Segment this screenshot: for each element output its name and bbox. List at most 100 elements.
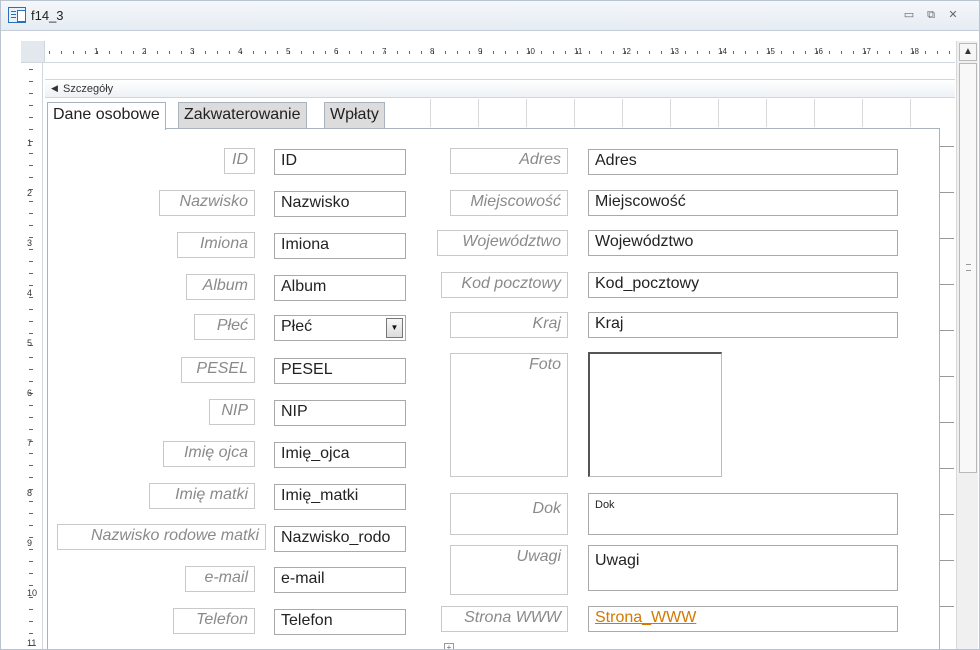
ruler-tick — [29, 333, 33, 334]
ruler-tick — [421, 51, 422, 54]
field-id[interactable]: ID — [274, 149, 406, 175]
scroll-up-arrow-icon[interactable]: ▲ — [959, 43, 977, 61]
ruler-tick — [29, 561, 33, 562]
ruler-tick — [853, 51, 854, 54]
field-nazwisko[interactable]: Nazwisko — [274, 191, 406, 217]
field-imie-matki[interactable]: Imię_matki — [274, 484, 406, 510]
ruler-number: 2 — [142, 47, 147, 56]
label-telefon[interactable]: Telefon — [173, 608, 255, 634]
field-telefon[interactable]: Telefon — [274, 609, 406, 635]
ruler-tick — [601, 51, 602, 54]
ruler-tick — [29, 417, 33, 418]
label-id[interactable]: ID — [224, 148, 255, 174]
label-dok[interactable]: Dok — [450, 493, 568, 535]
label-nazwisko[interactable]: Nazwisko — [159, 190, 255, 216]
field-imie-ojca[interactable]: Imię_ojca — [274, 442, 406, 468]
ruler-tick — [697, 51, 698, 54]
section-collapse-icon[interactable]: ◀ — [51, 83, 58, 94]
ruler-number: 6 — [27, 388, 33, 398]
field-wojewodztwo[interactable]: Województwo — [588, 230, 898, 256]
ruler-number: 7 — [27, 438, 33, 448]
ruler-tick — [73, 51, 74, 54]
field-nazwisko-rodowe-matki[interactable]: Nazwisko_rodo — [274, 526, 406, 552]
grid-line — [478, 99, 479, 127]
tab-dane-osobowe[interactable]: Dane osobowe — [47, 102, 166, 130]
field-miejscowosc[interactable]: Miejscowość — [588, 190, 898, 216]
close-icon[interactable]: ✕ — [945, 7, 961, 23]
ruler-tick — [937, 51, 938, 54]
ruler-tick — [29, 513, 33, 514]
grid-tick — [940, 330, 954, 331]
ruler-tick — [29, 573, 33, 574]
move-handle-icon[interactable]: + — [444, 643, 454, 649]
ruler-number: 13 — [670, 47, 679, 56]
grid-line — [766, 99, 767, 127]
label-album[interactable]: Album — [186, 274, 255, 300]
ruler-tick — [29, 609, 33, 610]
label-strona-www[interactable]: Strona WWW — [441, 606, 568, 632]
ruler-number: 11 — [27, 638, 37, 648]
label-pesel[interactable]: PESEL — [181, 357, 255, 383]
field-kod-pocztowy[interactable]: Kod_pocztowy — [588, 272, 898, 298]
tab-zakwaterowanie[interactable]: Zakwaterowanie — [178, 102, 307, 128]
label-plec[interactable]: Płeć — [194, 314, 255, 340]
label-imiona[interactable]: Imiona — [177, 232, 255, 258]
ruler-number: 15 — [766, 47, 775, 56]
label-adres[interactable]: Adres — [450, 148, 568, 174]
ruler-tick — [157, 51, 158, 54]
grid-tick — [940, 376, 954, 377]
label-kraj[interactable]: Kraj — [450, 312, 568, 338]
vertical-ruler[interactable]: 1 2 3 4 5 6 7 8 9 10 11 — [21, 63, 43, 649]
tab-wplaty[interactable]: Wpłaty — [324, 102, 385, 128]
label-uwagi[interactable]: Uwagi — [450, 545, 568, 595]
label-email[interactable]: e-mail — [185, 566, 255, 592]
field-adres[interactable]: Adres — [588, 149, 898, 175]
dropdown-arrow-icon[interactable]: ▼ — [386, 318, 403, 338]
ruler-tick — [29, 501, 33, 502]
field-dok[interactable]: Dok — [588, 493, 898, 535]
ruler-number: 9 — [27, 538, 33, 548]
restore-icon[interactable]: ⧉ — [923, 7, 939, 23]
label-miejscowosc[interactable]: Miejscowość — [450, 190, 568, 216]
ruler-tick — [29, 213, 33, 214]
label-kod-pocztowy[interactable]: Kod pocztowy — [441, 272, 568, 298]
ruler-tick — [133, 51, 134, 54]
scroll-thumb[interactable] — [959, 63, 977, 473]
grid-tick — [940, 468, 954, 469]
label-wojewodztwo[interactable]: Województwo — [437, 230, 568, 256]
field-foto-image[interactable] — [588, 352, 722, 477]
ruler-tick — [445, 51, 446, 54]
label-nazwisko-rodowe-matki[interactable]: Nazwisko rodowe matki — [57, 524, 266, 550]
vertical-scrollbar[interactable]: ▲ — [956, 41, 978, 649]
ruler-tick — [29, 165, 33, 166]
form-icon — [8, 7, 26, 23]
section-header-details[interactable]: ◀ Szczegóły — [45, 79, 955, 98]
field-kraj[interactable]: Kraj — [588, 312, 898, 338]
ruler-tick — [301, 51, 302, 54]
grid-tick — [940, 284, 954, 285]
field-strona-www[interactable]: Strona_WWW — [588, 606, 898, 632]
field-plec-combo[interactable]: Płeć ▼ — [274, 315, 406, 341]
field-pesel[interactable]: PESEL — [274, 358, 406, 384]
ruler-corner[interactable] — [21, 41, 45, 63]
label-foto[interactable]: Foto — [450, 353, 568, 477]
ruler-number: 9 — [478, 47, 483, 56]
field-nip[interactable]: NIP — [274, 400, 406, 426]
field-imiona[interactable]: Imiona — [274, 233, 406, 259]
ruler-tick — [589, 51, 590, 54]
label-nip[interactable]: NIP — [209, 399, 255, 425]
label-imie-ojca[interactable]: Imię ojca — [163, 441, 255, 467]
ruler-tick — [745, 51, 746, 54]
label-imie-matki[interactable]: Imię matki — [149, 483, 255, 509]
ruler-tick — [85, 51, 86, 54]
grid-line — [574, 99, 575, 127]
ruler-tick — [29, 273, 33, 274]
ruler-tick — [49, 51, 50, 54]
horizontal-ruler[interactable]: 1 2 3 4 5 6 7 8 9 10 11 12 13 14 15 16 17 18 — [45, 41, 955, 63]
field-email[interactable]: e-mail — [274, 567, 406, 593]
grid-line — [670, 99, 671, 127]
minimize-icon[interactable]: ▭ — [901, 7, 917, 23]
field-uwagi[interactable]: Uwagi — [588, 545, 898, 591]
field-album[interactable]: Album — [274, 275, 406, 301]
ruler-tick — [29, 381, 33, 382]
